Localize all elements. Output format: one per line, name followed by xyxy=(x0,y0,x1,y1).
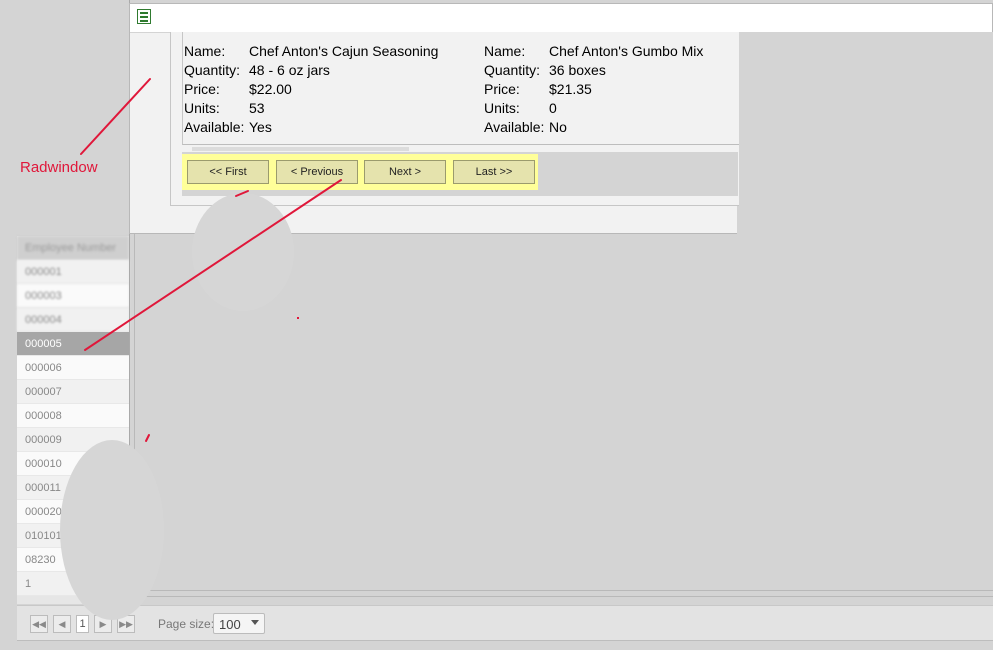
scrollbar-thumb[interactable] xyxy=(192,147,409,151)
quantity-label: Quantity: xyxy=(484,62,541,78)
name-label: Name: xyxy=(484,43,526,59)
first-button[interactable]: << First xyxy=(187,160,269,184)
window-border xyxy=(135,590,993,591)
window-content-empty xyxy=(737,32,993,235)
product-available: Yes xyxy=(249,119,272,135)
annotation-arrow xyxy=(145,434,150,442)
table-row[interactable]: 000004 xyxy=(17,308,129,332)
product-units: 0 xyxy=(549,100,557,116)
page-number[interactable]: 1 xyxy=(76,615,89,633)
page-size-label: Page size: xyxy=(158,617,215,631)
name-label: Name: xyxy=(184,43,226,59)
available-label: Available: xyxy=(184,119,245,135)
table-row[interactable]: 000003 xyxy=(17,284,129,308)
annotation-label: Radwindow xyxy=(20,159,98,176)
table-row[interactable]: 000006 xyxy=(17,356,129,380)
previous-button[interactable]: < Previous xyxy=(276,160,358,184)
redaction-blob xyxy=(192,193,294,311)
product-price: $22.00 xyxy=(249,81,292,97)
page-size-value: 100 xyxy=(219,617,241,632)
product-units: 53 xyxy=(249,100,265,116)
product-name: Chef Anton's Gumbo Mix xyxy=(549,43,704,59)
table-row[interactable]: 000007 xyxy=(17,380,129,404)
data-list: Name: Chef Anton's Cajun Seasoning Quant… xyxy=(182,32,739,145)
chevron-down-icon xyxy=(251,620,259,625)
page-size-dropdown[interactable]: 100 xyxy=(213,613,265,634)
table-row-selected[interactable]: 000005 xyxy=(17,332,129,356)
content-panel: Name: Chef Anton's Cajun Seasoning Quant… xyxy=(170,32,739,206)
quantity-label: Quantity: xyxy=(184,62,241,78)
last-button[interactable]: Last >> xyxy=(453,160,535,184)
available-label: Available: xyxy=(484,119,545,135)
product-price: $21.35 xyxy=(549,81,592,97)
units-label: Units: xyxy=(484,100,520,116)
pager-highlight: << First < Previous Next > Last >> xyxy=(182,154,538,190)
product-quantity: 36 boxes xyxy=(549,62,606,78)
grid-pager: ◀◀ ◀ 1 ▶ ▶▶ Page size: 100 xyxy=(17,605,993,641)
prev-page-icon[interactable]: ◀ xyxy=(53,615,71,633)
product-name: Chef Anton's Cajun Seasoning xyxy=(249,43,439,59)
redaction-blob xyxy=(60,440,164,620)
window-icon xyxy=(137,9,151,24)
data-pager: << First < Previous Next > Last >> xyxy=(182,152,738,196)
units-label: Units: xyxy=(184,100,220,116)
price-label: Price: xyxy=(484,81,520,97)
annotation-dot xyxy=(297,317,299,319)
first-page-icon[interactable]: ◀◀ xyxy=(30,615,48,633)
table-row[interactable]: 000008 xyxy=(17,404,129,428)
product-available: No xyxy=(549,119,567,135)
grid-header-employee-number[interactable]: Employee Number xyxy=(17,236,129,260)
next-button[interactable]: Next > xyxy=(364,160,446,184)
price-label: Price: xyxy=(184,81,220,97)
window-border xyxy=(135,596,993,597)
product-quantity: 48 - 6 oz jars xyxy=(249,62,330,78)
table-row[interactable]: 000001 xyxy=(17,260,129,284)
window-titlebar[interactable] xyxy=(130,4,992,33)
